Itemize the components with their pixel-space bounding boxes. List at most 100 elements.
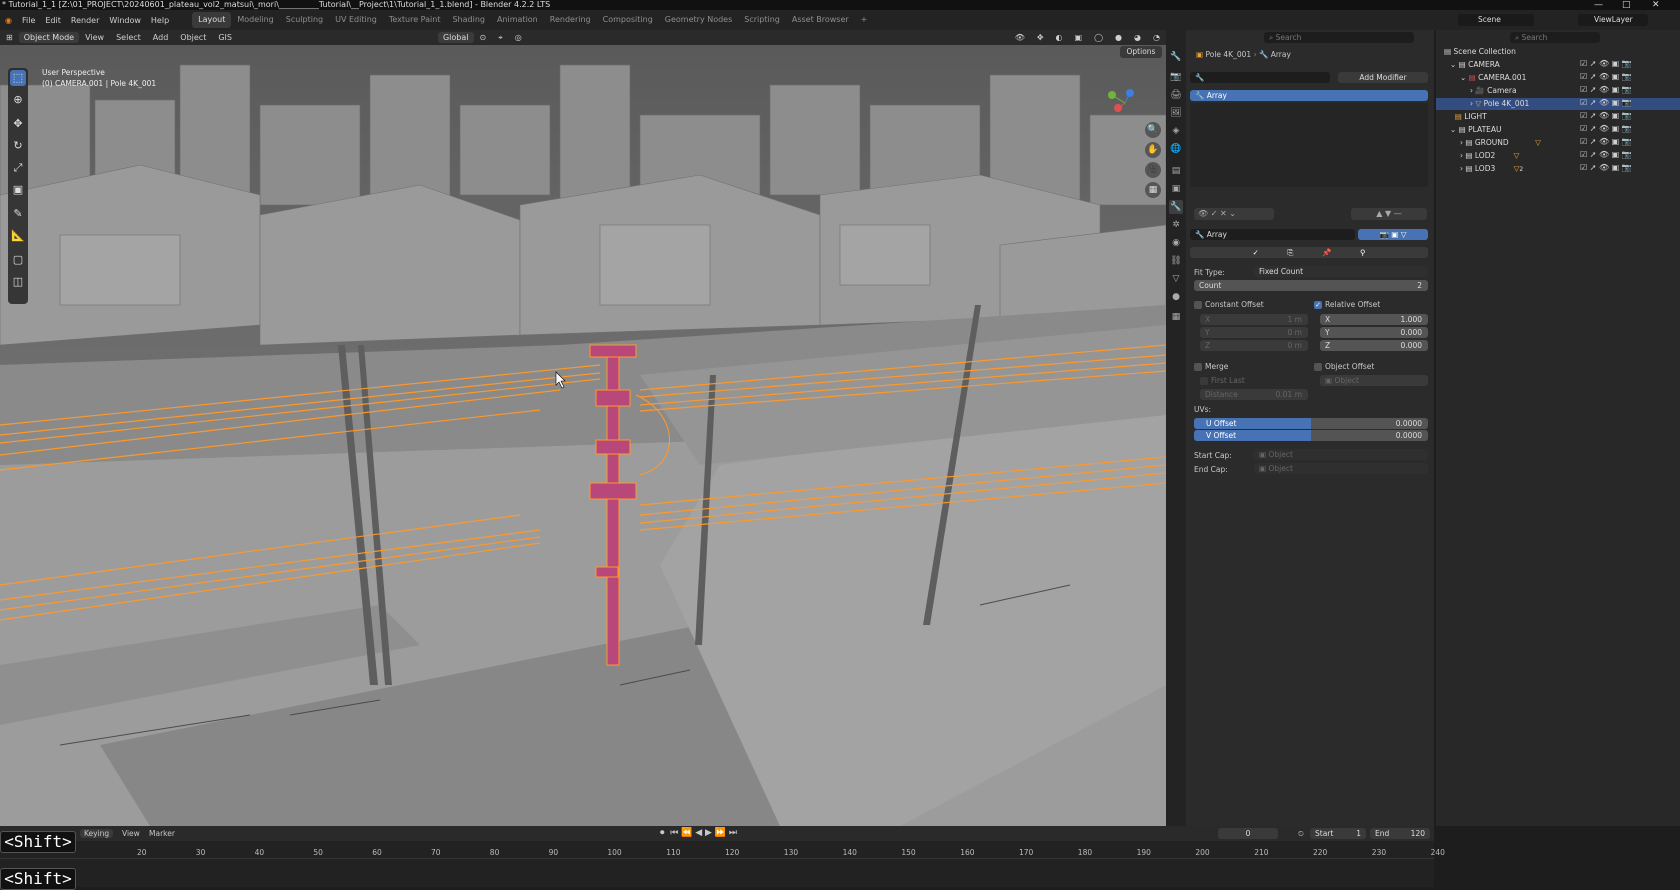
data-tab-icon[interactable]: ▽ bbox=[1169, 272, 1183, 286]
menu-window[interactable]: Window bbox=[104, 16, 146, 25]
tab-compositing[interactable]: Compositing bbox=[597, 12, 659, 28]
menu-file[interactable]: File bbox=[17, 16, 40, 25]
editor-type-icon[interactable]: ⊞ bbox=[0, 33, 19, 42]
constraints-tab-icon[interactable]: ⛓ bbox=[1169, 254, 1183, 268]
overlays-icon[interactable]: ◐ bbox=[1050, 33, 1069, 42]
constant-offset-checkbox[interactable] bbox=[1194, 301, 1202, 309]
merge-checkbox[interactable] bbox=[1194, 363, 1202, 371]
material-tab-icon[interactable]: ● bbox=[1169, 290, 1183, 304]
modifier-name-field[interactable]: 🔧 Array bbox=[1190, 229, 1355, 240]
modifier-filter[interactable]: 🔧 bbox=[1190, 72, 1330, 83]
tab-shading[interactable]: Shading bbox=[446, 12, 491, 28]
start-frame-field[interactable]: Start 1 bbox=[1310, 828, 1366, 839]
scale-icon[interactable]: ⤢ bbox=[10, 160, 26, 176]
menu-render[interactable]: Render bbox=[66, 16, 104, 25]
menu-select[interactable]: Select bbox=[110, 33, 147, 42]
menu-gis[interactable]: GIS bbox=[212, 33, 238, 42]
shading-wireframe-icon[interactable]: ◯ bbox=[1088, 33, 1109, 42]
tab-scripting[interactable]: Scripting bbox=[738, 12, 786, 28]
proportional-edit-icon[interactable]: ◎ bbox=[509, 33, 528, 42]
modifier-apply-row[interactable]: ✓ ⎘ 📌 ⚲ bbox=[1190, 247, 1428, 258]
keying-dropdown[interactable]: Keying bbox=[80, 829, 114, 838]
shading-material-icon[interactable]: ◕ bbox=[1128, 33, 1147, 42]
end-cap-field[interactable]: ▣ Object bbox=[1254, 463, 1428, 474]
mode-dropdown[interactable]: Object Mode bbox=[18, 32, 80, 43]
tool-tab-icon[interactable]: 🔧 bbox=[1169, 50, 1183, 64]
minimize-icon[interactable]: — bbox=[1594, 0, 1603, 10]
visibility-icon[interactable]: 👁 bbox=[1009, 33, 1031, 42]
relative-x-field[interactable]: X 1.000 bbox=[1320, 314, 1428, 325]
add-modifier-button[interactable]: Add Modifier bbox=[1338, 72, 1428, 83]
playback-controls[interactable]: ⏺ ⏮ ⏪ ◀ ▶ ⏩ ⏭ bbox=[660, 828, 737, 838]
menu-edit[interactable]: Edit bbox=[40, 16, 66, 25]
rotate-icon[interactable]: ↻ bbox=[10, 138, 26, 154]
constant-y-field[interactable]: Y 0 m bbox=[1200, 327, 1308, 338]
tab-texture-paint[interactable]: Texture Paint bbox=[383, 12, 447, 28]
blender-logo-icon[interactable]: ◉ bbox=[0, 16, 17, 25]
view-layer-selector[interactable]: ViewLayer bbox=[1578, 14, 1648, 26]
shading-rendered-icon[interactable]: ◔ bbox=[1147, 33, 1166, 42]
fit-type-dropdown[interactable]: Fixed Count bbox=[1254, 266, 1428, 277]
output-tab-icon[interactable]: 🖨 bbox=[1169, 88, 1183, 102]
start-cap-field[interactable]: ▣ Object bbox=[1254, 449, 1428, 460]
menu-object[interactable]: Object bbox=[174, 33, 212, 42]
shading-solid-icon[interactable]: ● bbox=[1109, 33, 1128, 42]
modifier-list-actions[interactable]: 👁 ✓ ✕ ⌄ bbox=[1194, 208, 1274, 220]
menu-add[interactable]: Add bbox=[147, 33, 175, 42]
outliner-search[interactable]: ⌕ Search bbox=[1510, 32, 1600, 43]
tab-sculpting[interactable]: Sculpting bbox=[280, 12, 329, 28]
physics-tab-icon[interactable]: ◉ bbox=[1169, 236, 1183, 250]
tab-layout[interactable]: Layout bbox=[192, 12, 232, 28]
modifier-list-item-array[interactable]: 🔧 Array bbox=[1190, 90, 1428, 101]
maximize-icon[interactable]: □ bbox=[1622, 0, 1631, 10]
pan-hand-icon[interactable]: ✋ bbox=[1145, 142, 1161, 158]
transform-icon[interactable]: ▣ bbox=[10, 182, 26, 198]
annotate-icon[interactable]: ✎ bbox=[10, 206, 26, 222]
move-icon[interactable]: ✥ bbox=[10, 116, 26, 132]
relative-y-field[interactable]: Y 0.000 bbox=[1320, 327, 1428, 338]
tab-uv-editing[interactable]: UV Editing bbox=[329, 12, 383, 28]
add-cube-icon[interactable]: ▢ bbox=[10, 252, 26, 268]
world-tab-icon[interactable]: 🌐 bbox=[1169, 142, 1183, 156]
tab-animation[interactable]: Animation bbox=[491, 12, 544, 28]
distance-field[interactable]: Distance 0.01 m bbox=[1200, 389, 1308, 400]
object-tab-icon[interactable]: ▣ bbox=[1169, 182, 1183, 196]
close-icon[interactable]: ✕ bbox=[1652, 0, 1660, 10]
modifier-visibility-toggles[interactable]: 📷 ▣ ▽ bbox=[1358, 229, 1428, 240]
view-layer-tab-icon[interactable]: 🖼 bbox=[1169, 106, 1183, 120]
measure-icon[interactable]: 📐 bbox=[10, 228, 26, 244]
xray-icon[interactable]: ▣ bbox=[1069, 33, 1089, 42]
relative-z-field[interactable]: Z 0.000 bbox=[1320, 340, 1428, 351]
first-last-checkbox[interactable] bbox=[1200, 377, 1208, 385]
particles-tab-icon[interactable]: ✲ bbox=[1169, 218, 1183, 232]
timeline-marker-menu[interactable]: Marker bbox=[149, 829, 175, 838]
gizmo-icon[interactable]: ✥ bbox=[1031, 33, 1050, 42]
tab-rendering[interactable]: Rendering bbox=[544, 12, 597, 28]
options-dropdown[interactable]: Options bbox=[1120, 46, 1162, 58]
transform-orientation-dropdown[interactable]: Global bbox=[437, 32, 474, 43]
3d-viewport[interactable] bbox=[0, 45, 1166, 826]
ortho-grid-icon[interactable]: ▦ bbox=[1145, 182, 1161, 198]
count-field[interactable]: Count 2 bbox=[1194, 280, 1428, 291]
render-tab-icon[interactable]: 📷 bbox=[1169, 70, 1183, 84]
menu-view[interactable]: View bbox=[79, 33, 110, 42]
constant-x-field[interactable]: X 1 m bbox=[1200, 314, 1308, 325]
constant-z-field[interactable]: Z 0 m bbox=[1200, 340, 1308, 351]
add-workspace-icon[interactable]: + bbox=[855, 12, 874, 28]
offset-object-field[interactable]: ▣ Object bbox=[1320, 375, 1428, 386]
u-offset-field[interactable]: U Offset 0.0000 bbox=[1194, 418, 1428, 429]
scene-tab-icon[interactable]: ◈ bbox=[1169, 124, 1183, 138]
collection-tab-icon[interactable]: ▤ bbox=[1169, 164, 1183, 178]
cursor-icon[interactable]: ⊕ bbox=[10, 92, 26, 108]
camera-view-icon[interactable]: 🎥 bbox=[1145, 162, 1161, 178]
object-offset-checkbox[interactable] bbox=[1314, 363, 1322, 371]
modifier-tab-icon[interactable]: 🔧 bbox=[1169, 200, 1183, 214]
tab-modeling[interactable]: Modeling bbox=[231, 12, 279, 28]
relative-offset-checkbox[interactable]: ✓ bbox=[1314, 301, 1322, 309]
menu-help[interactable]: Help bbox=[146, 16, 174, 25]
pivot-icon[interactable]: ⊙ bbox=[474, 33, 493, 42]
extra-tool-icon[interactable]: ◫ bbox=[10, 274, 26, 290]
zoom-icon[interactable]: 🔍 bbox=[1145, 122, 1161, 138]
select-box-icon[interactable]: ⬚ bbox=[10, 70, 26, 86]
tab-asset-browser[interactable]: Asset Browser bbox=[786, 12, 855, 28]
